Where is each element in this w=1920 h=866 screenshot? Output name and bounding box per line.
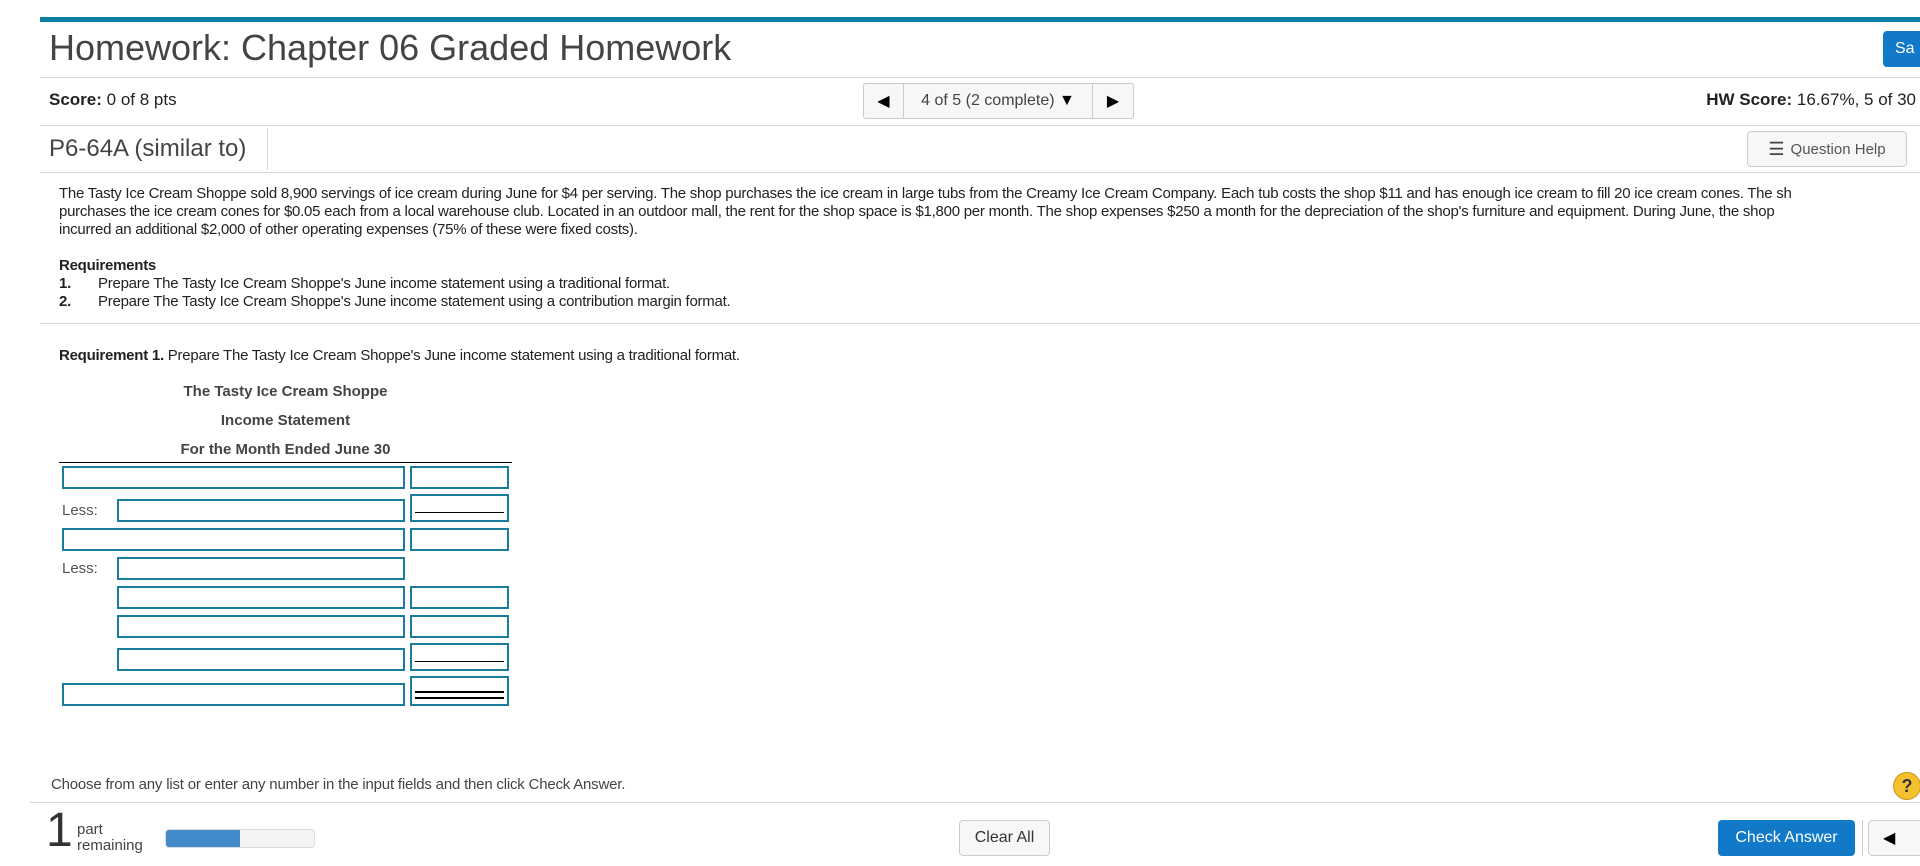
divider [40,323,1920,324]
line-item-label-input[interactable] [62,466,405,489]
save-button[interactable]: Sa [1883,31,1920,67]
divider [30,802,1920,803]
problem-text-line: incurred an additional $2,000 of other o… [59,221,638,238]
divider [40,77,1920,78]
line-item-label-input[interactable] [117,615,405,638]
problem-text-line: The Tasty Ice Cream Shoppe sold 8,900 se… [59,185,1792,202]
requirement-item: 2. Prepare The Tasty Ice Cream Shoppe's J… [59,293,731,310]
help-icon[interactable]: ? [1893,772,1920,800]
divider [40,125,1920,126]
question-nav: ◀ 4 of 5 (2 complete) ▼ ▶ [863,83,1134,119]
check-answer-button[interactable]: Check Answer [1718,820,1855,856]
score-label: Score: [49,90,102,109]
question-selector[interactable]: 4 of 5 (2 complete) ▼ [904,84,1094,118]
line-item-label-input[interactable] [117,557,405,580]
question-help-button[interactable]: ☰ Question Help [1747,131,1907,167]
prev-question-button[interactable]: ◀ [864,84,904,118]
amount-input[interactable] [410,643,509,671]
less-label: Less: [62,502,98,519]
amount-input[interactable] [410,494,509,522]
triangle-right-icon: ▶ [1106,93,1120,110]
statement-period: For the Month Ended June 30 [180,441,391,458]
statement-company: The Tasty Ice Cream Shoppe [183,383,388,400]
line-item-label-input[interactable] [62,528,405,551]
clear-all-button[interactable]: Clear All [959,820,1050,856]
total-amount-input[interactable] [410,676,509,706]
hw-score-value: 16.67%, 5 of 30 [1796,90,1916,109]
next-question-button[interactable]: ▶ [1093,84,1133,118]
question-id: P6-64A (similar to) [49,135,247,162]
question-position: 4 of 5 (2 complete) [921,92,1055,109]
parts-remaining-count: 1 [46,804,73,857]
instruction-text: Choose from any list or enter any number… [51,776,626,793]
amount-input[interactable] [410,586,509,609]
hw-score: HW Score: 16.67%, 5 of 30 [1706,90,1916,110]
header-rule [59,462,512,463]
requirement-1-prompt: Requirement 1. Prepare The Tasty Ice Cre… [59,347,740,364]
line-item-label-input[interactable] [117,499,405,522]
list-icon: ☰ [1768,138,1785,159]
question-help-label: Question Help [1790,140,1886,158]
amount-input[interactable] [410,466,509,489]
divider [267,128,268,170]
line-item-label-input[interactable] [117,648,405,671]
hw-score-label: HW Score: [1706,90,1793,109]
top-accent-bar [40,17,1920,22]
progress-bar [165,829,315,848]
less-label: Less: [62,560,98,577]
problem-text-line: purchases the ice cream cones for $0.05 … [59,203,1775,220]
prev-question-footer-button[interactable]: ◀ [1868,820,1920,856]
divider [1862,820,1863,856]
statement-title: Income Statement [220,412,351,429]
page-title: Homework: Chapter 06 Graded Homework [49,27,732,68]
triangle-left-icon: ◀ [1883,830,1896,847]
score-value: 0 of 8 pts [106,90,177,109]
line-item-label-input[interactable] [117,586,405,609]
line-item-label-input[interactable] [62,683,405,706]
parts-remaining-label: part remaining [77,821,143,854]
requirements-title: Requirements [59,257,157,274]
triangle-left-icon: ◀ [877,93,890,110]
triangle-down-icon: ▼ [1059,92,1075,109]
requirement-item: 1. Prepare The Tasty Ice Cream Shoppe's J… [59,275,670,292]
score: Score: 0 of 8 pts [49,90,177,110]
amount-input[interactable] [410,528,509,551]
divider [40,172,1920,173]
progress-fill [166,830,240,847]
amount-input[interactable] [410,615,509,638]
